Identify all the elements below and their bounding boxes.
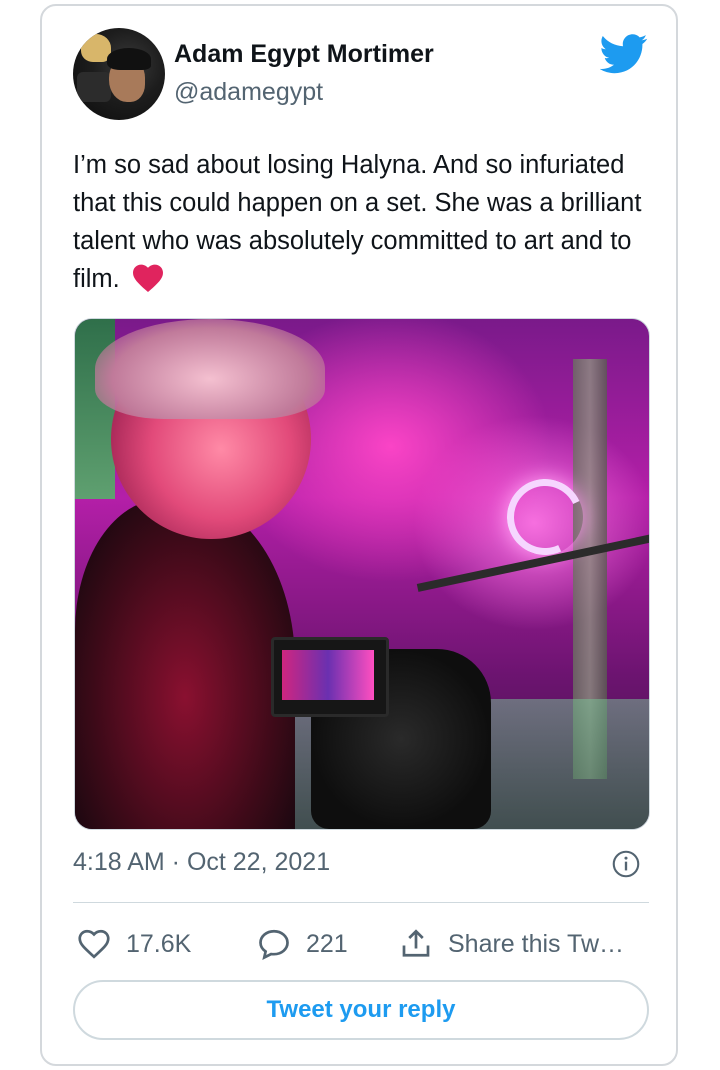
like-count: 17.6K [126,929,192,958]
author-handle[interactable]: @adamegypt [174,78,323,107]
photo-person-hair [95,319,325,419]
author-avatar[interactable] [73,28,165,120]
reply-count: 221 [306,929,348,958]
red-heart-emoji-icon [132,264,163,293]
tweet-photo[interactable] [74,318,650,830]
like-button[interactable]: 17.6K [76,924,191,964]
reply-bubble-icon [259,929,289,960]
twitter-bird-icon[interactable] [600,34,648,74]
tweet-your-reply-button[interactable]: Tweet your reply [73,980,649,1040]
share-label: Share this Tw… [448,929,625,958]
photo-monitor-screen [282,650,374,700]
photo-monitor [271,637,389,717]
avatar-camera [77,72,111,102]
tweet-timestamp[interactable]: 4:18 AM · Oct 22, 2021 [73,848,330,877]
photo-person-body [75,499,295,829]
tweet-body: I’m so sad about losing Halyna. And so i… [73,146,663,298]
heart-icon [78,929,110,959]
info-icon[interactable] [612,850,640,878]
avatar-hair [107,48,151,70]
author-name[interactable]: Adam Egypt Mortimer [174,40,434,69]
share-button[interactable]: Share this Tw… [398,924,624,964]
divider [73,902,649,903]
reply-action-button[interactable]: 221 [256,924,348,964]
tweet-card: Adam Egypt Mortimer @adamegypt I’m so sa… [40,4,678,1066]
share-icon [402,929,430,957]
